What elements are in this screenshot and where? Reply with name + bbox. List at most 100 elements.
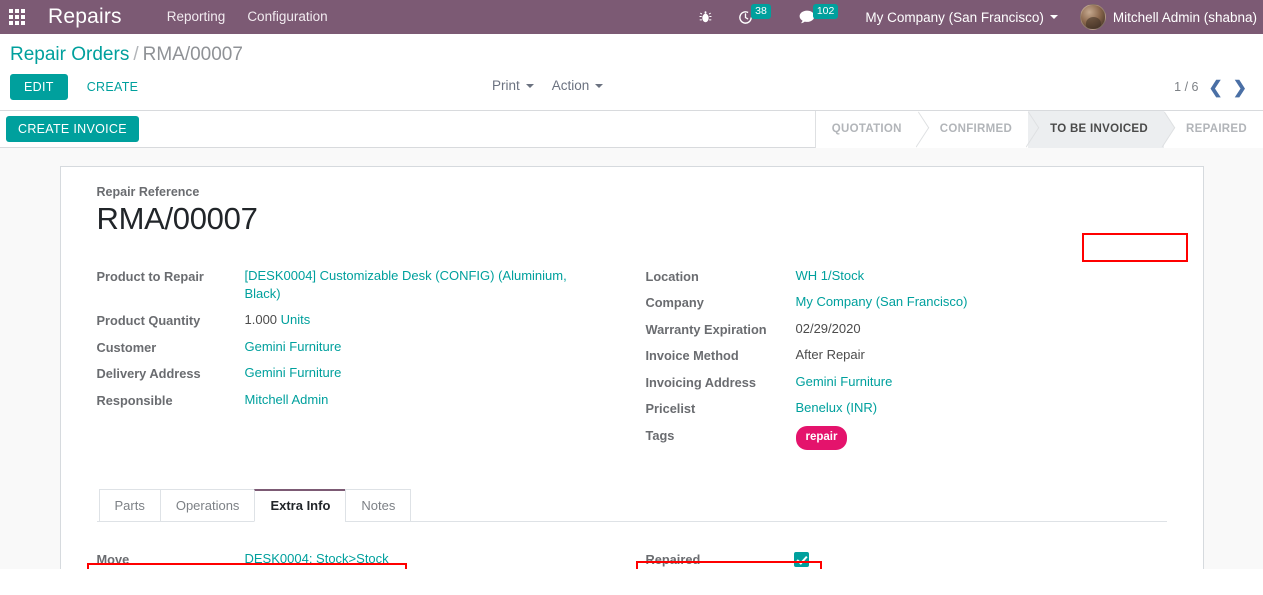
tab-operations[interactable]: Operations xyxy=(159,488,256,522)
field-value[interactable]: Mitchell Admin xyxy=(245,391,329,410)
control-panel: Repair Orders / RMA/00007 EDIT CREATE Prin… xyxy=(0,34,1263,111)
print-label: Print xyxy=(492,78,520,93)
tab-notes[interactable]: Notes xyxy=(345,488,412,522)
chevron-down-icon xyxy=(595,83,604,88)
company-name: My Company (San Francisco) xyxy=(865,9,1044,25)
field-value xyxy=(793,550,809,569)
messages-badge: 102 xyxy=(812,3,839,19)
form-sheet: Repair Reference RMA/00007 Product to Re… xyxy=(59,166,1204,569)
field-product-to-repair: Product to Repair [DESK0004] Customizabl… xyxy=(97,267,632,305)
user-name: Mitchell Admin (shabna) xyxy=(1112,9,1257,25)
page-title: RMA/00007 xyxy=(96,201,258,236)
pager: 1 / 6 ❮ ❯ xyxy=(1174,79,1253,96)
apps-grid-icon[interactable] xyxy=(0,0,34,34)
quantity-uom: Units xyxy=(280,312,311,328)
field-value: 02/29/2020 xyxy=(795,320,861,336)
tab-parts[interactable]: Parts xyxy=(98,488,161,522)
field-warranty-expiration: Warranty Expiration 02/29/2020 xyxy=(646,320,1167,340)
print-dropdown[interactable]: Print xyxy=(492,78,534,93)
control-panel-buttons: EDIT CREATE Print Action 1 / 6 ❮ ❯ xyxy=(0,66,1263,110)
stage-repaired[interactable]: REPAIRED xyxy=(1164,110,1263,148)
chevron-down-icon xyxy=(525,83,534,88)
status-badge[interactable]: repair xyxy=(795,425,848,450)
field-value[interactable]: [DESK0004] Customizable Desk (CONFIG) (A… xyxy=(245,267,575,305)
field-invoicing-address: Invoicing Address Gemini Furniture xyxy=(646,373,1167,393)
breadcrumb-current: RMA/00007 xyxy=(142,44,243,65)
field-label: Warranty Expiration xyxy=(645,321,767,337)
field-value[interactable]: Gemini Furniture xyxy=(245,364,342,383)
field-label: Move xyxy=(96,551,130,567)
field-label: Invoicing Address xyxy=(645,374,756,390)
field-value[interactable]: DESK0004: Stock>Stock xyxy=(245,550,389,569)
field-label: Product Quantity xyxy=(96,313,201,329)
field-value: 1.000 Units xyxy=(245,311,311,330)
tab-panel-extra-info: Move DESK0004: Stock>Stock Repaired Invo… xyxy=(86,522,1167,569)
field-move: Move DESK0004: Stock>Stock xyxy=(97,550,632,569)
field-label: Pricelist xyxy=(645,401,696,417)
stage-confirmed[interactable]: CONFIRMED xyxy=(917,110,1029,148)
field-label: Responsible xyxy=(96,392,173,408)
edit-button[interactable]: EDIT xyxy=(10,74,68,100)
field-label: Invoice Method xyxy=(645,348,739,364)
field-pricelist: Pricelist Benelux (INR) xyxy=(646,399,1167,419)
menu-reporting[interactable]: Reporting xyxy=(156,0,237,34)
chevron-down-icon xyxy=(1049,15,1058,19)
company-switcher[interactable]: My Company (San Francisco) xyxy=(853,10,1070,25)
navbar-right-section: 38 102 My Company (San Francisco) Mitche… xyxy=(686,0,1263,34)
field-value[interactable]: Gemini Furniture xyxy=(796,373,893,392)
notebook: Parts Operations Extra Info Notes Move D… xyxy=(86,488,1167,569)
messages-icon[interactable]: 102 xyxy=(786,0,854,34)
notebook-tabs: Parts Operations Extra Info Notes xyxy=(96,488,1167,522)
form-group-right: Location WH 1/Stock Company My Company (… xyxy=(632,267,1167,457)
status-row: CREATE INVOICE QUOTATION CONFIRMED TO BE… xyxy=(0,110,1263,262)
field-location: Location WH 1/Stock xyxy=(646,267,1167,287)
app-brand-repairs[interactable]: Repairs xyxy=(48,0,122,34)
field-value[interactable]: Benelux (INR) xyxy=(796,399,878,418)
create-button[interactable]: CREATE xyxy=(76,74,150,100)
field-invoice-method: Invoice Method After Repair xyxy=(646,346,1167,366)
breadcrumb-separator: / xyxy=(133,44,139,65)
breadcrumb: Repair Orders / RMA/00007 xyxy=(0,34,1263,66)
field-label: Customer xyxy=(96,339,157,355)
field-label: Tags xyxy=(645,427,675,443)
stage-quotation[interactable]: QUOTATION xyxy=(815,110,918,148)
field-value: repair xyxy=(795,425,848,450)
form-groups: Product to Repair [DESK0004] Customizabl… xyxy=(97,267,1167,457)
field-tags: Tags repair xyxy=(645,425,1167,450)
form-group-left: Product to Repair [DESK0004] Customizabl… xyxy=(97,267,632,457)
activity-clock-icon[interactable]: 38 xyxy=(725,0,786,34)
field-label: Repaired xyxy=(645,551,701,567)
pager-count: 1 / 6 xyxy=(1174,80,1199,94)
field-value[interactable]: WH 1/Stock xyxy=(796,267,865,286)
avatar xyxy=(1079,4,1106,30)
repair-reference-label: Repair Reference xyxy=(96,185,200,199)
user-menu[interactable]: Mitchell Admin (shabna) xyxy=(1070,4,1263,30)
field-customer: Customer Gemini Furniture xyxy=(97,338,632,358)
field-repaired: Repaired xyxy=(646,550,1167,569)
field-product-quantity: Product Quantity 1.000 Units xyxy=(97,311,632,331)
breadcrumb-repair-orders[interactable]: Repair Orders xyxy=(10,44,129,65)
activity-badge: 38 xyxy=(751,3,771,19)
top-navbar: Repairs Reporting Configuration 38 102 M… xyxy=(0,0,1263,34)
action-label: Action xyxy=(551,78,590,93)
field-value[interactable]: My Company (San Francisco) xyxy=(796,293,968,312)
menu-configuration[interactable]: Configuration xyxy=(236,0,338,34)
repaired-checkbox[interactable] xyxy=(793,551,809,567)
chevron-right-icon[interactable]: ❯ xyxy=(1233,79,1247,96)
control-panel-dropdowns: Print Action xyxy=(492,78,604,93)
bug-icon[interactable] xyxy=(686,0,725,34)
field-value[interactable]: Gemini Furniture xyxy=(245,338,342,357)
field-company: Company My Company (San Francisco) xyxy=(646,293,1167,313)
tab-extra-info[interactable]: Extra Info xyxy=(254,488,347,522)
extra-info-left-column: Move DESK0004: Stock>Stock xyxy=(86,550,632,569)
create-invoice-button[interactable]: CREATE INVOICE xyxy=(6,116,139,142)
field-label: Company xyxy=(645,295,704,311)
stage-to-be-invoiced[interactable]: TO BE INVOICED xyxy=(1028,110,1165,148)
action-dropdown[interactable]: Action xyxy=(552,78,604,93)
field-label: Product to Repair xyxy=(96,268,204,284)
field-label: Location xyxy=(645,268,699,284)
field-delivery-address: Delivery Address Gemini Furniture xyxy=(97,364,632,384)
field-value: After Repair xyxy=(795,347,865,363)
field-responsible: Responsible Mitchell Admin xyxy=(97,391,632,411)
chevron-left-icon[interactable]: ❮ xyxy=(1209,79,1223,96)
